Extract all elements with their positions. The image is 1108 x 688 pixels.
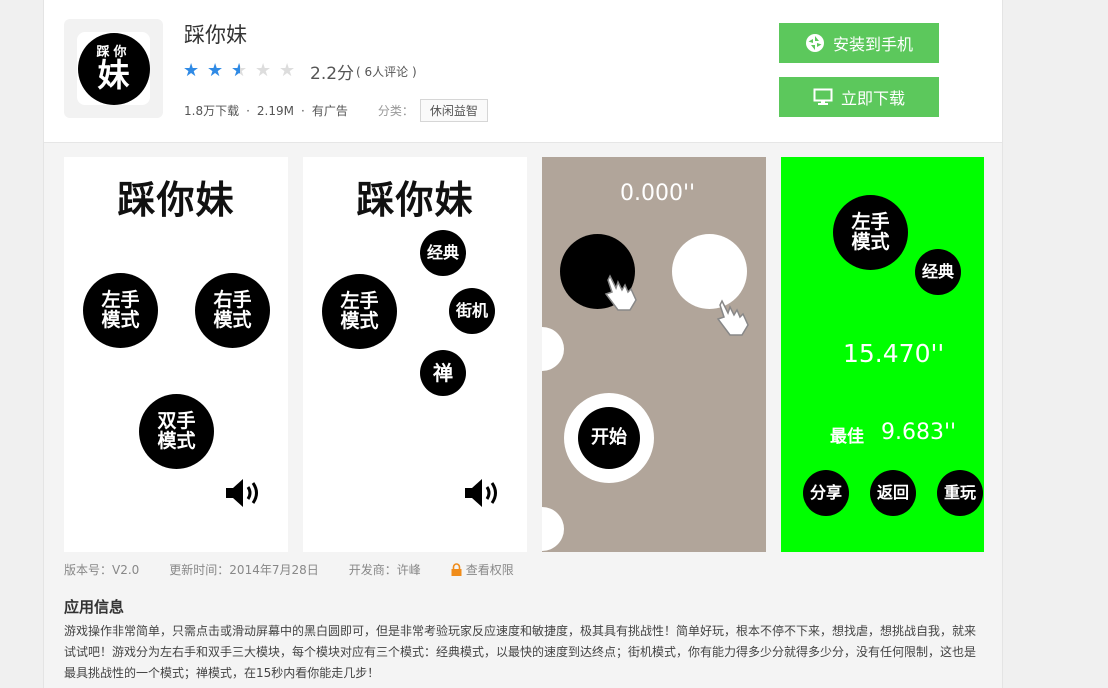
classic-mode-circle: 经典 [420, 230, 466, 276]
game-title: 踩你妹 [356, 177, 474, 222]
zen-mode-circle: 禅 [420, 350, 466, 396]
lock-icon [451, 563, 462, 576]
version-text: 版本号：V2.0 [64, 563, 140, 577]
app-title: 踩你妹 [184, 23, 247, 47]
developer-text: 开发商：许峰 [348, 563, 421, 577]
app-icon-frame: 踩你 妹 [64, 19, 163, 118]
white-edge-circle [542, 507, 564, 551]
star-half-icon: ★ [231, 62, 249, 81]
star-icon: ★ [207, 60, 224, 81]
best-time: 9.683'' [881, 420, 957, 445]
left-hand-mode-circle: 左手 模式 [83, 273, 158, 348]
app-info-title: 应用信息 [64, 598, 125, 616]
app-detail-page: 踩你 妹 踩你妹 ★ ★ ★ ★ ★ 2.2分 ( 6人评论 ) 1.8万下载 … [43, 0, 1003, 688]
meta-separator: · [246, 103, 250, 118]
speaker-icon [465, 479, 497, 507]
screenshot-4[interactable]: 左手 模式 经典 15.470'' 最佳 9.683'' 分享 返回 重玩 [781, 157, 984, 552]
star-empty-icon: ★ [279, 60, 296, 81]
screenshot-2[interactable]: 踩你妹 左手 模式 经典 街机 禅 [303, 157, 527, 552]
white-edge-circle [542, 327, 564, 371]
meta-separator: · [301, 103, 305, 118]
download-now-button[interactable]: 立即下载 [779, 77, 939, 117]
review-count-link[interactable]: ( 6人评论 ) [356, 63, 417, 80]
two-hand-mode-circle: 双手 模式 [139, 394, 214, 469]
rating-stars: ★ ★ ★ ★ ★ [183, 60, 297, 81]
star-empty-icon: ★ [255, 60, 272, 81]
game-title: 踩你妹 [117, 177, 235, 222]
left-hand-mode-circle: 左手 模式 [833, 195, 908, 270]
app-icon-disc: 踩你 妹 [77, 32, 150, 105]
app-header: 踩你 妹 踩你妹 ★ ★ ★ ★ ★ 2.2分 ( 6人评论 ) 1.8万下载 … [44, 0, 1002, 143]
category-tag[interactable]: 休闲益智 [419, 99, 488, 122]
install-to-phone-button[interactable]: 安装到手机 [779, 23, 939, 63]
share-circle: 分享 [803, 470, 849, 516]
app-size: 2.19M [256, 103, 294, 118]
start-button: 开始 [578, 407, 640, 469]
replay-circle: 重玩 [937, 470, 983, 516]
hand-pointer-icon [716, 299, 749, 336]
start-button-ring: 开始 [564, 393, 654, 483]
best-label: 最佳 [830, 427, 864, 447]
timer-text: 0.000'' [620, 181, 696, 206]
ads-notice: 有广告 [311, 104, 348, 118]
arcade-mode-circle: 街机 [449, 288, 495, 334]
right-hand-mode-circle: 右手 模式 [195, 273, 270, 348]
monitor-icon [813, 88, 833, 105]
app-icon-text-main: 妹 [97, 56, 130, 94]
view-permissions-link[interactable]: 查看权限 [451, 561, 514, 578]
app-footer-meta: 版本号：V2.0 更新时间：2014年7月28日 开发商：许峰 查看权限 [64, 561, 514, 578]
view-permissions-label: 查看权限 [465, 563, 514, 577]
screenshot-1[interactable]: 踩你妹 左手 模式 右手 模式 双手 模式 [64, 157, 288, 552]
speaker-icon [226, 479, 258, 507]
hand-pointer-icon [604, 274, 637, 311]
app-icon: 踩你 妹 [77, 32, 150, 105]
category-label: 分类： [377, 104, 414, 118]
back-circle: 返回 [870, 470, 916, 516]
update-date-text: 更新时间：2014年7月28日 [169, 563, 319, 577]
result-time: 15.470'' [843, 339, 945, 368]
classic-mode-circle: 经典 [915, 249, 961, 295]
rating-score: 2.2分 [310, 64, 355, 84]
star-icon: ★ [183, 60, 200, 81]
download-button-label: 立即下载 [840, 89, 905, 108]
app-info-description: 游戏操作非常简单，只需点击或滑动屏幕中的黑白圆即可，但是非常考验玩家反应速度和敏… [64, 624, 977, 680]
screenshot-3[interactable]: 0.000'' 开始 [542, 157, 766, 552]
install-button-label: 安装到手机 [832, 35, 913, 54]
download-count: 1.8万下载 [184, 104, 240, 118]
app-meta: 1.8万下载 · 2.19M · 有广告 分类： 休闲益智 [184, 99, 488, 122]
phone-sync-icon [805, 34, 824, 52]
left-hand-mode-circle: 左手 模式 [322, 274, 397, 349]
